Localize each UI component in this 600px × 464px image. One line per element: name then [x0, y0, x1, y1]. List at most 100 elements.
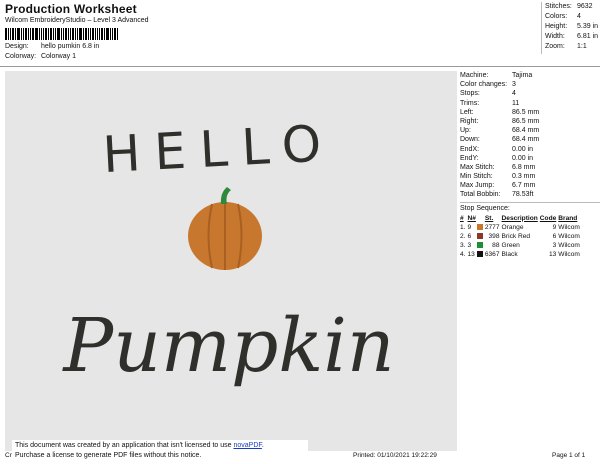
table-row: 1. 9 2777 Orange 9 Wilcom [460, 223, 582, 232]
machine-info-label: Trims: [460, 99, 480, 107]
machine-info-value: 11 [512, 99, 520, 107]
machine-info-row: Max Stitch: 6.8 mm [460, 163, 600, 172]
stat-row: Width: 6.81 in [545, 32, 600, 42]
machine-info-value: 4 [512, 90, 516, 98]
cell-desc: Brick Red [501, 232, 531, 240]
machine-info-row: Stops: 4 [460, 89, 600, 98]
notice-period: . [261, 442, 264, 449]
stat-value: 1:1 [577, 43, 587, 50]
cell-code: 13 [548, 250, 557, 258]
stat-label: Colors: [545, 13, 568, 20]
machine-info-value: 6.7 mm [512, 182, 536, 190]
cell-st: 2777 [484, 223, 500, 231]
column-header: Description [501, 214, 538, 222]
column-header: N# [467, 214, 476, 222]
cell-st: 88 [492, 241, 500, 249]
cell-st: 6367 [484, 250, 500, 258]
cell-code: 6 [552, 232, 557, 240]
machine-info-label: Left: [460, 108, 474, 116]
cell-swatch [476, 250, 485, 259]
machine-info-value: Tajima [512, 72, 533, 79]
stat-value: 5.39 in [577, 23, 599, 30]
cell-num: 1. [460, 223, 466, 231]
cell-code: 9 [552, 223, 557, 231]
notice-text: This document was created by an applicat… [15, 442, 234, 449]
cell-num: 2. [460, 232, 466, 240]
machine-info-label: EndX: [460, 145, 480, 153]
column-header: Code [539, 214, 557, 222]
machine-info-row: Down: 68.4 mm [460, 135, 600, 144]
pumpkin-graphic [188, 187, 262, 270]
machine-info-label: Down: [460, 136, 480, 144]
machine-info-value: 86.5 mm [512, 108, 540, 116]
stat-value: 6.81 in [577, 33, 599, 40]
machine-info-value: 0.00 in [512, 145, 534, 153]
color-swatch [476, 233, 483, 240]
stat-row: Stitches: 9632 [545, 2, 600, 12]
cell-brand: Wilcom [558, 223, 580, 231]
machine-info-row: Machine: Tajima [460, 71, 600, 80]
cell-num: 3. [460, 241, 466, 249]
stat-row: Height: 5.39 in [545, 22, 600, 32]
cell-st: 398 [488, 232, 500, 240]
machine-info-row: Up: 68.4 mm [460, 126, 600, 135]
stop-sequence-title: Stop Sequence: [460, 204, 510, 212]
stat-row: Zoom: 1:1 [545, 42, 600, 52]
table-row: 4. 13 6367 Black 13 Wilcom [460, 250, 582, 259]
cell-n: 6 [467, 232, 472, 240]
machine-info-label: Total Bobbin: [460, 191, 501, 199]
cell-desc: Orange [501, 223, 524, 231]
stat-label: Stitches: [545, 3, 572, 10]
colorway-row: Colorway: Colorway 1 [5, 53, 76, 60]
design-label: Design: [5, 43, 29, 50]
cell-n: 3 [467, 241, 472, 249]
machine-info-value: 68.4 mm [512, 136, 540, 144]
cell-swatch [476, 241, 485, 250]
notice-purchase: Purchase a license to generate PDF files… [15, 452, 202, 459]
colorway-label: Colorway: [5, 53, 37, 60]
color-swatch [476, 251, 483, 258]
design-preview: HELLO Pumpkin [5, 71, 457, 451]
cell-brand: Wilcom [558, 241, 580, 249]
cell-swatch [476, 232, 485, 241]
machine-info-label: Machine: [460, 72, 489, 79]
design-artwork: HELLO Pumpkin [61, 114, 394, 389]
colorway-value: Colorway 1 [40, 53, 76, 60]
design-row: Design: hello pumkin 6.8 in [5, 43, 99, 50]
hello-text: HELLO [101, 114, 336, 184]
machine-info-label: Color changes: [460, 81, 508, 89]
color-swatch [476, 242, 483, 249]
stats-panel: Stitches: 9632 Colors: 4 Height: 5.39 in Wi… [541, 2, 600, 54]
machine-info-label: Max Stitch: [460, 163, 495, 171]
machine-info-row: Min Stitch: 0.3 mm [460, 172, 600, 181]
novapdf-link[interactable]: novaPDF [233, 442, 261, 449]
machine-info-value: 0.00 in [512, 154, 534, 162]
machine-info-label: Stops: [460, 90, 480, 98]
machine-info-row: Max Jump: 6.7 mm [460, 181, 600, 190]
stat-label: Height: [545, 23, 568, 30]
machine-info-label: Up: [460, 127, 471, 135]
cell-num: 4. [460, 250, 466, 258]
machine-info-label: EndY: [460, 154, 479, 162]
cell-brand: Wilcom [558, 232, 580, 240]
machine-info-value: 68.4 mm [512, 127, 540, 135]
machine-panel: Machine: Tajima Color changes: 3 Stops: 4 Trim… [460, 71, 600, 259]
machine-info-row: Right: 86.5 mm [460, 117, 600, 126]
printed-date: Printed: 01/10/2021 19:22:29 [353, 452, 437, 459]
worksheet-title: Production Worksheet [5, 2, 137, 16]
machine-info-row: EndY: 0.00 in [460, 154, 600, 163]
machine-info-value: 0.3 mm [512, 173, 536, 181]
cell-swatch [476, 223, 485, 232]
machine-info-row: EndX: 0.00 in [460, 145, 600, 154]
pumpkin-text: Pumpkin [61, 303, 394, 389]
stat-row: Colors: 4 [545, 12, 600, 22]
machine-info-value: 78.53ft [512, 191, 534, 199]
stat-label: Width: [545, 33, 565, 40]
panel-divider [460, 201, 600, 203]
license-notice: This document was created by an applicat… [12, 440, 308, 462]
stat-value: 4 [577, 13, 581, 20]
header-divider [0, 66, 600, 67]
machine-info-row: Color changes: 3 [460, 80, 600, 89]
color-swatch [476, 224, 483, 231]
design-value: hello pumkin 6.8 in [40, 43, 100, 50]
